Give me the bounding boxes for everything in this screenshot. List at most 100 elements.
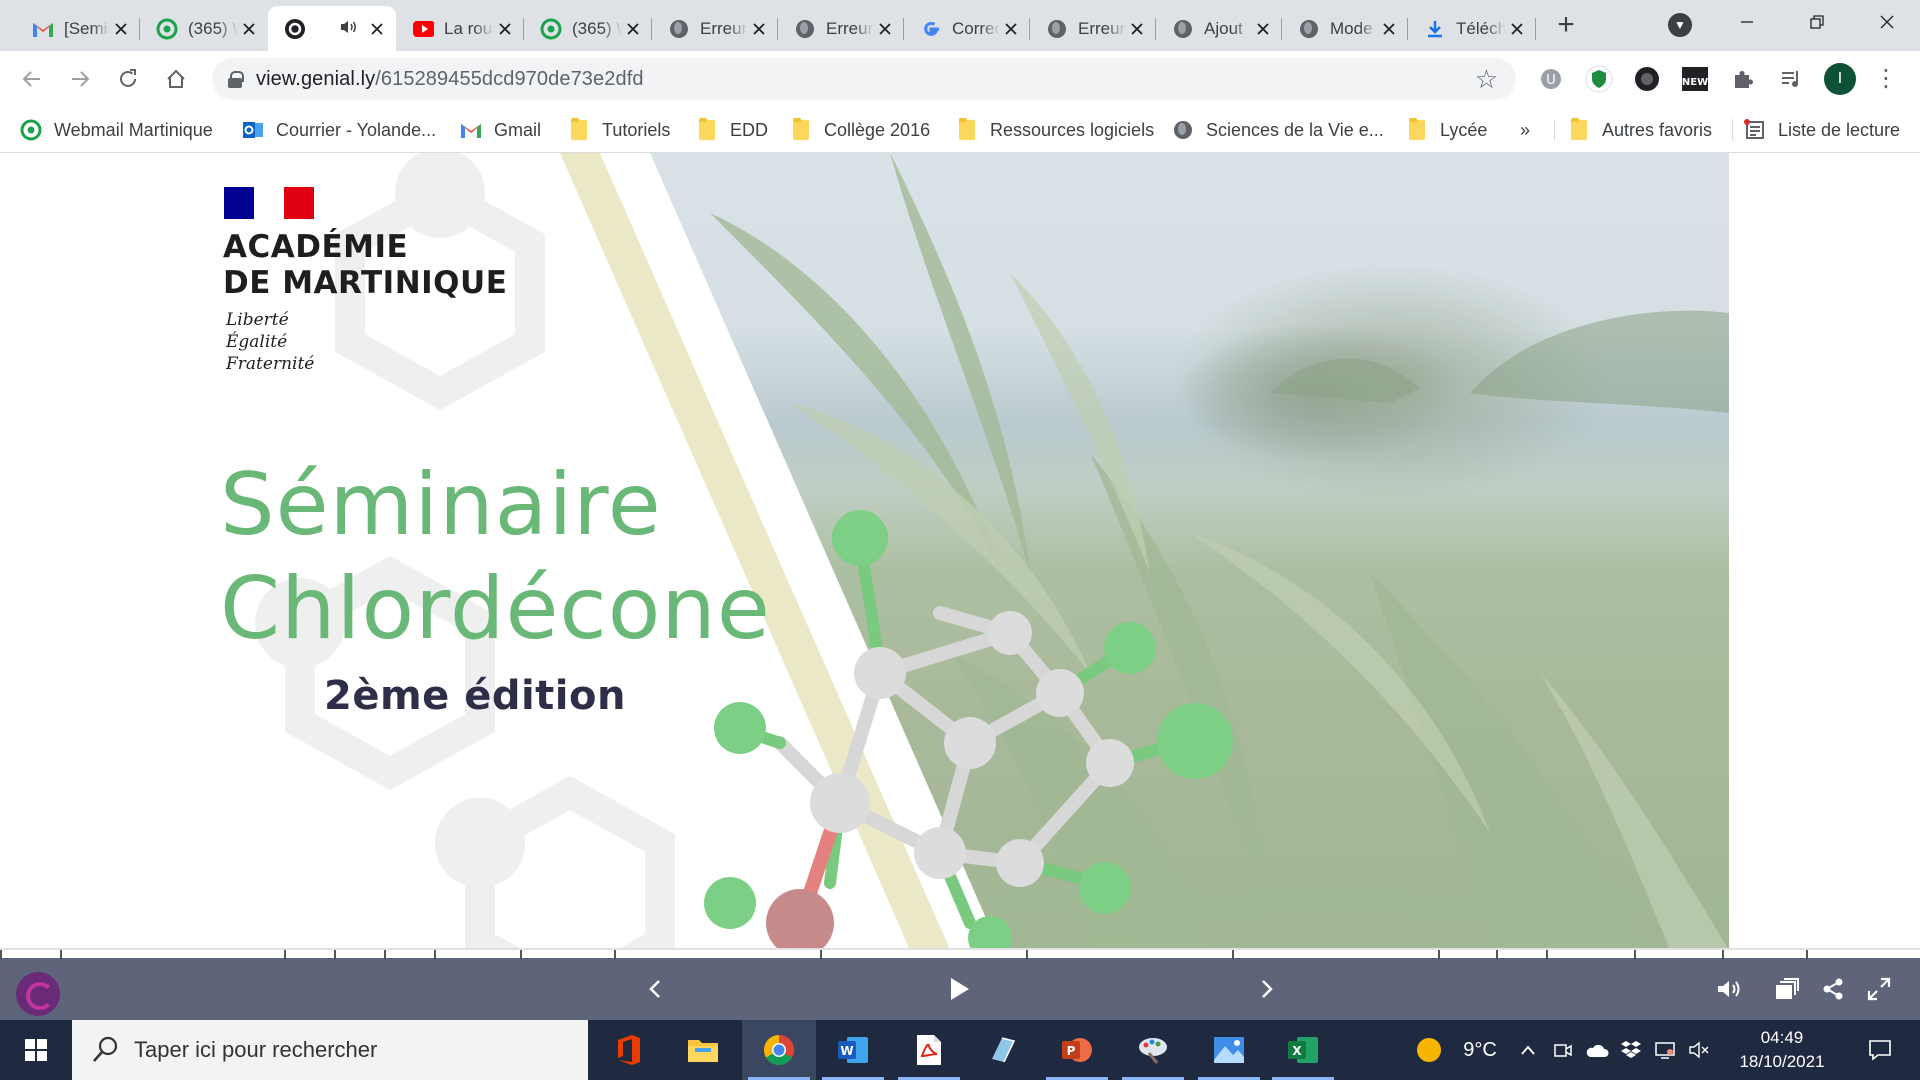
extension-u-icon[interactable]: U: [1536, 64, 1566, 94]
restore-icon[interactable]: [1782, 0, 1852, 44]
profile-avatar[interactable]: I: [1824, 63, 1856, 95]
reload-icon[interactable]: [112, 63, 144, 95]
close-tab-icon[interactable]: [1000, 18, 1022, 40]
play-icon[interactable]: [938, 968, 980, 1010]
next-slide-icon[interactable]: [1246, 968, 1288, 1010]
bookmark-item[interactable]: EDD: [696, 115, 768, 145]
close-tab-icon[interactable]: [1378, 18, 1400, 40]
tab-search-icon[interactable]: ▼: [1668, 13, 1692, 37]
extension-new-icon[interactable]: NEW: [1680, 64, 1710, 94]
marianne-flag-icon: [224, 187, 314, 219]
network-icon[interactable]: [1650, 1020, 1680, 1080]
media-control-icon[interactable]: [1776, 64, 1806, 94]
lock-icon[interactable]: [228, 71, 244, 88]
weather-temperature[interactable]: 9°C: [1452, 1020, 1508, 1080]
browser-tab[interactable]: Mode: [1282, 6, 1408, 51]
folder-icon: [568, 118, 590, 141]
url-text[interactable]: view.genial.ly/615289455dcd970de73e2dfd: [256, 68, 644, 91]
browser-tab[interactable]: (365) Webmail: [140, 6, 268, 51]
close-tab-icon[interactable]: [366, 18, 388, 40]
taskbar-clock[interactable]: 04:49 18/10/2021: [1732, 1026, 1832, 1074]
office-icon[interactable]: [592, 1020, 666, 1080]
bookmark-star-icon[interactable]: ☆: [1475, 64, 1498, 95]
tab-title: [Seminaire]: [64, 18, 110, 38]
tray-chevron-up-icon[interactable]: [1514, 1020, 1542, 1080]
home-icon[interactable]: [160, 63, 192, 95]
bookmark-label: Sciences de la Vie e...: [1206, 119, 1384, 140]
bookmark-label: Liste de lecture: [1778, 119, 1901, 140]
previous-slide-icon[interactable]: [634, 968, 676, 1010]
minimize-icon[interactable]: [1712, 0, 1782, 44]
close-tab-icon[interactable]: [110, 18, 132, 40]
fullscreen-icon[interactable]: [1858, 968, 1900, 1010]
puzzle-icon[interactable]: [1728, 64, 1758, 94]
browser-tab[interactable]: Erreur: [778, 6, 904, 51]
google-icon: [920, 18, 942, 40]
bookmark-item[interactable]: Courrier - Yolande...: [242, 115, 436, 145]
meet-now-icon[interactable]: [1548, 1020, 1578, 1080]
folder-icon: [790, 118, 812, 141]
browser-tab[interactable]: (365) Webmail: [524, 6, 652, 51]
close-tab-icon[interactable]: [238, 18, 260, 40]
volume-icon[interactable]: [1708, 968, 1750, 1010]
bookmark-other[interactable]: Autres favoris: [1568, 115, 1712, 145]
extension-shield-icon[interactable]: [1584, 64, 1614, 94]
close-tab-icon[interactable]: [874, 18, 896, 40]
browser-tab[interactable]: [Seminaire]: [16, 6, 140, 51]
bookmarks-divider: [1732, 119, 1733, 141]
dropbox-icon[interactable]: [1616, 1020, 1646, 1080]
onedrive-cloud-icon[interactable]: [1582, 1020, 1612, 1080]
close-tab-icon[interactable]: [1126, 18, 1148, 40]
chrome-icon[interactable]: [742, 1020, 816, 1080]
player-bar: [0, 958, 1920, 1020]
excel-icon[interactable]: X: [1266, 1020, 1340, 1080]
bookmark-item[interactable]: Lycée: [1406, 115, 1487, 145]
genially-logo-icon[interactable]: [16, 972, 60, 1016]
bookmarks-overflow-button[interactable]: »: [1520, 115, 1530, 145]
weather-sun-icon[interactable]: [1414, 1020, 1444, 1080]
back-icon[interactable]: [16, 63, 48, 95]
tab-title: Mode: [1330, 18, 1373, 38]
bookmark-item[interactable]: Collège 2016: [790, 115, 930, 145]
address-bar[interactable]: view.genial.ly/615289455dcd970de73e2dfd …: [212, 58, 1516, 100]
slides-list-icon[interactable]: [1766, 968, 1808, 1010]
genially-icon: [284, 18, 306, 40]
paint-icon[interactable]: [1116, 1020, 1190, 1080]
notification-center-icon[interactable]: [1852, 1020, 1908, 1080]
photos-icon[interactable]: [1192, 1020, 1266, 1080]
taskbar-search-input[interactable]: Taper ici pour rechercher: [72, 1020, 588, 1080]
pdf-icon[interactable]: [892, 1020, 966, 1080]
file-explorer-icon[interactable]: [666, 1020, 740, 1080]
close-tab-icon[interactable]: [748, 18, 770, 40]
bookmark-item[interactable]: Sciences de la Vie e...: [1172, 115, 1384, 145]
powerpoint-icon[interactable]: P: [1040, 1020, 1114, 1080]
volume-muted-icon[interactable]: [1684, 1020, 1714, 1080]
bookmark-item[interactable]: Ressources logiciels: [956, 115, 1154, 145]
word-icon[interactable]: W: [816, 1020, 890, 1080]
forward-icon[interactable]: [64, 63, 96, 95]
menu-kebab-icon[interactable]: ⋮: [1874, 63, 1898, 95]
tab-audio-icon[interactable]: [340, 19, 358, 39]
share-icon[interactable]: [1812, 968, 1854, 1010]
app-icon[interactable]: [966, 1020, 1040, 1080]
close-tab-icon[interactable]: [494, 18, 516, 40]
browser-tab[interactable]: Erreur: [652, 6, 778, 51]
browser-tab[interactable]: La route: [396, 6, 524, 51]
browser-tab[interactable]: Correction: [904, 6, 1030, 51]
browser-tab[interactable]: Télécharger: [1408, 6, 1536, 51]
browser-tab[interactable]: Ajout: [1156, 6, 1282, 51]
browser-tab[interactable]: [268, 6, 396, 51]
new-tab-button[interactable]: +: [1550, 10, 1582, 42]
windows-start-icon[interactable]: [0, 1020, 72, 1080]
bookmark-item[interactable]: Webmail Martinique: [20, 115, 213, 145]
reading-list-button[interactable]: Liste de lecture: [1744, 115, 1900, 145]
close-tab-icon[interactable]: [1252, 18, 1274, 40]
bookmark-item[interactable]: Tutoriels: [568, 115, 670, 145]
browser-tab[interactable]: Erreur: [1030, 6, 1156, 51]
extension-dark-icon[interactable]: [1632, 64, 1662, 94]
close-tab-icon[interactable]: [1506, 18, 1528, 40]
close-window-icon[interactable]: [1852, 0, 1920, 44]
slide-timeline[interactable]: [0, 948, 1920, 960]
bookmark-item[interactable]: Gmail: [460, 115, 541, 145]
close-tab-icon[interactable]: [622, 18, 644, 40]
